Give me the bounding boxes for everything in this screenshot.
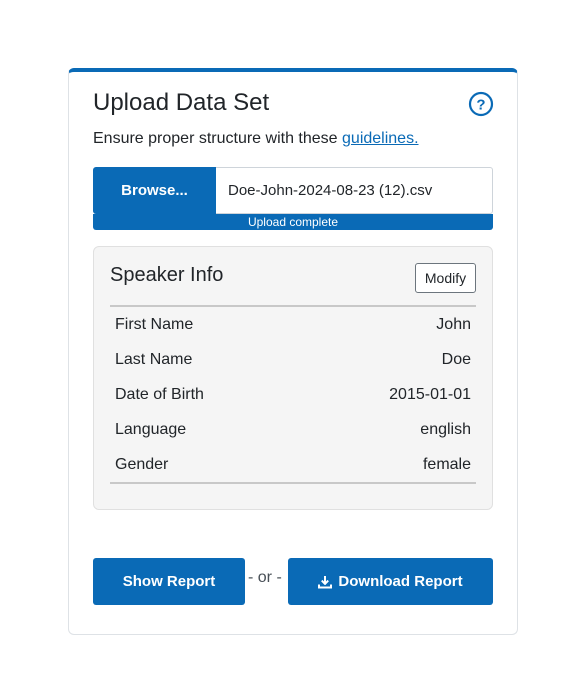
svg-text:?: ?: [476, 97, 485, 114]
speaker-info-table: First Name John Last Name Doe Date of Bi…: [110, 307, 476, 482]
question-circle-icon[interactable]: ?: [468, 91, 494, 117]
show-report-button[interactable]: Show Report: [93, 558, 245, 605]
info-row-gender: Gender female: [110, 447, 476, 482]
instructions-text: Ensure proper structure with these guide…: [93, 130, 419, 148]
info-row-last-name: Last Name Doe: [110, 342, 476, 377]
info-row-first-name: First Name John: [110, 307, 476, 342]
or-separator: - or -: [248, 569, 282, 586]
download-report-label: Download Report: [338, 573, 463, 590]
info-row-language: Language english: [110, 412, 476, 447]
speaker-info-panel: Speaker Info Modify First Name John Last…: [93, 246, 493, 510]
row-label: Language: [115, 420, 187, 438]
browse-button[interactable]: Browse...: [93, 167, 216, 214]
instructions-prefix: Ensure proper structure with these: [93, 130, 343, 147]
info-row-date-of-birth: Date of Birth 2015-01-01: [110, 377, 476, 412]
modify-button[interactable]: Modify: [415, 263, 476, 293]
speaker-info-title: Speaker Info: [110, 264, 224, 286]
divider: [110, 482, 476, 484]
row-label: Last Name: [115, 350, 193, 368]
file-upload-row: Browse... Doe-John-2024-08-23 (12).csv: [93, 167, 493, 214]
row-label: Date of Birth: [115, 385, 204, 403]
row-value: english: [420, 420, 471, 438]
row-value: female: [422, 455, 471, 473]
row-label: Gender: [115, 455, 169, 473]
row-label: First Name: [115, 315, 194, 333]
card-title: Upload Data Set: [93, 89, 270, 116]
report-actions: Show Report - or - Download Report: [93, 558, 493, 605]
download-icon: [318, 575, 333, 588]
download-report-button[interactable]: Download Report: [288, 558, 493, 605]
upload-status-label: Upload complete: [247, 215, 339, 229]
row-value: Doe: [441, 350, 471, 368]
file-name-field[interactable]: Doe-John-2024-08-23 (12).csv: [216, 167, 493, 214]
row-value: 2015-01-01: [389, 385, 471, 403]
guidelines-link[interactable]: guidelines.: [342, 130, 419, 147]
upload-progress-bar: Upload complete: [93, 214, 493, 230]
row-value: John: [436, 315, 471, 333]
upload-card: Upload Data Set ? Ensure proper structur…: [68, 68, 518, 635]
